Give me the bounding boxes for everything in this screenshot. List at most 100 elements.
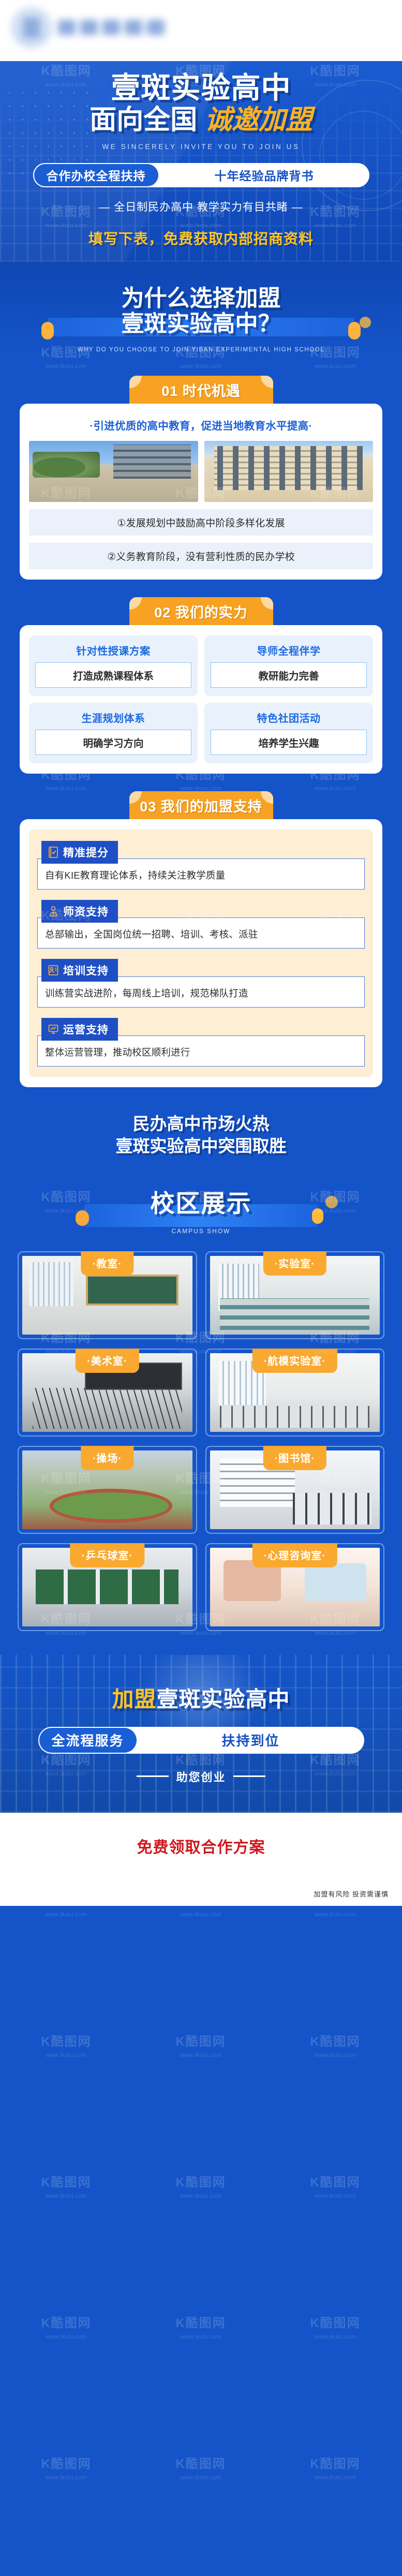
free-plan-cta[interactable]: 免费领取合作方案: [12, 1834, 390, 1857]
section-01-photo-pair: [29, 441, 373, 502]
disclaimer-text: 加盟有风险 投资需谨慎: [314, 1890, 389, 1898]
section-01-header: 01 时代机遇: [129, 376, 273, 404]
support-item-tag: 培训支持: [41, 959, 118, 982]
section-01: 01 时代机遇 ·引进优质的高中教育，促进当地教育水平提高· ①发展规划中鼓励高…: [0, 376, 402, 580]
watermark: K酷图网www.ikutu.com: [175, 2457, 226, 2481]
campus-room-grid: ·教室· ·实验室· ·美术室· ·航模实验室· ·操场· ·图书馆· ·乒乓球…: [0, 1251, 402, 1631]
why-heading-line1: 为什么选择加盟: [121, 285, 281, 311]
campus-room-card[interactable]: ·美术室·: [18, 1348, 197, 1437]
support-item-tag: 师资支持: [41, 900, 118, 923]
campus-room-card[interactable]: ·教室·: [18, 1251, 197, 1339]
strength-card-title: 导师全程伴学: [257, 646, 321, 658]
watermark: K酷图网www.ikutu.com: [310, 2035, 361, 2059]
footer-subline: 助您创业: [0, 1768, 402, 1785]
section-03-header: 03 我们的加盟支持: [129, 791, 273, 820]
support-item-title: 运营支持: [63, 1024, 109, 1037]
strength-card-body: 教研能力完善: [211, 662, 367, 688]
campus-room-label: ·实验室·: [263, 1251, 326, 1276]
footer-pill-left-label[interactable]: 全流程服务: [38, 1726, 138, 1754]
person-badge-icon: [48, 905, 59, 917]
watermark: K酷图网www.ikutu.com: [175, 2035, 226, 2059]
hero-english-subtitle: WE SINCERELY INVITE YOU TO JOIN US: [102, 142, 300, 151]
campus-room-card[interactable]: ·操场·: [18, 1445, 197, 1534]
section-03: 03 我们的加盟支持 精准提分 自有KIE教育理论体系，持续关注教学质量 师资支…: [0, 791, 402, 1088]
mid-banner-line2: 壹斑实验高中突围取胜: [115, 1136, 287, 1156]
campus-room-label: ·美术室·: [76, 1348, 139, 1373]
campus-room-card[interactable]: ·乒乓球室·: [18, 1543, 197, 1631]
watermark: K酷图网www.ikutu.com: [41, 2316, 92, 2340]
hero-pill-right-label: 十年经验品牌背书: [214, 169, 314, 183]
section-03-card: 精准提分 自有KIE教育理论体系，持续关注教学质量 师资支持 总部输出，全国岗位…: [20, 819, 382, 1088]
strength-card-title: 特色社团活动: [257, 713, 321, 725]
campus-room-label: ·教室·: [81, 1251, 133, 1276]
mid-banner: 民办高中市场火热 壹斑实验高中突围取胜: [0, 1108, 402, 1161]
watermark: K酷图网www.ikutu.com: [175, 2175, 226, 2199]
campus-room-label: ·心理咨询室·: [252, 1543, 337, 1567]
support-item-title: 精准提分: [63, 847, 109, 860]
footer-hero-title-white: 壹斑实验高中: [156, 1686, 290, 1711]
mid-banner-heading: 民办高中市场火热 壹斑实验高中突围取胜: [0, 1113, 402, 1158]
watermark: K酷图网www.ikutu.com: [175, 2316, 226, 2340]
campus-room-card[interactable]: ·图书馆·: [205, 1445, 384, 1534]
strength-card-grid: 针对性授课方案 打造成熟课程体系 导师全程伴学 教研能力完善 生涯规划体系 明确…: [29, 635, 373, 764]
watermark: K酷图网www.ikutu.com: [310, 2457, 361, 2481]
hero-title-line2-white: 面向全国: [90, 105, 198, 136]
footer-subline-rule-left: [137, 1775, 169, 1778]
campus-room-card[interactable]: ·航模实验室·: [205, 1348, 384, 1437]
logo-band: [0, 0, 402, 61]
campus-show-title: 校区展示: [150, 1189, 252, 1217]
training-board-icon: [48, 964, 59, 976]
section-01-lead: ·引进优质的高中教育，促进当地教育水平提高·: [90, 420, 312, 433]
watermark: K酷图网www.ikutu.com: [310, 2175, 361, 2199]
support-list: 精准提分 自有KIE教育理论体系，持续关注教学质量 师资支持 总部输出，全国岗位…: [29, 830, 373, 1077]
hero-cta-text[interactable]: 填写下表，免费获取内部招商资料: [0, 228, 402, 248]
support-item: 运营支持 整体运营管理，推动校区顺利进行: [37, 1018, 365, 1067]
section-02-header: 02 我们的实力: [129, 597, 273, 626]
campus-courtyard-photo: [29, 441, 198, 502]
school-building-photo: [204, 441, 373, 502]
why-section: 为什么选择加盟 壹斑实验高中？ WHY DO YOU CHOOSE TO JOI…: [0, 261, 402, 359]
footer-pill-right-label: 扶持到位: [221, 1733, 280, 1749]
campus-show-header: 校区展示 CAMPUS SHOW: [0, 1183, 402, 1238]
section-02-card: 针对性授课方案 打造成熟课程体系 导师全程伴学 教研能力完善 生涯规划体系 明确…: [20, 625, 382, 774]
strength-card: 生涯规划体系 明确学习方向: [29, 703, 198, 764]
support-item-title: 培训支持: [63, 965, 109, 978]
support-item-tag: 精准提分: [41, 841, 118, 864]
campus-room-label: ·操场·: [81, 1445, 133, 1470]
strength-card-body: 培养学生兴趣: [211, 730, 367, 756]
hero-subline: — 全日制民办高中 教学实力有目共睹 —: [99, 201, 303, 213]
footer-subline-rule-right: [233, 1775, 265, 1778]
marketing-landing-page: 壹斑实验高中 面向全国 诚邀加盟 WE SINCERELY INVITE YOU…: [0, 0, 402, 2481]
hero-title-line2-gold: 诚邀加盟: [204, 105, 312, 136]
support-item: 师资支持 总部输出，全国岗位统一招聘、培训、考核、派驻: [37, 900, 365, 949]
support-item-tag: 运营支持: [41, 1018, 118, 1041]
watermark: K酷图网www.ikutu.com: [41, 2457, 92, 2481]
footer-hero-section: 加盟壹斑实验高中 全流程服务 扶持到位 助您创业: [0, 1654, 402, 1813]
strength-card-title: 生涯规划体系: [81, 713, 145, 725]
why-heading-line2: 壹斑实验高中？: [121, 310, 281, 336]
hero-pill-left-label[interactable]: 合作办校全程扶持: [33, 162, 159, 187]
hero-title-line1: 壹斑实验高中: [111, 71, 291, 105]
checked-book-icon: [48, 846, 59, 858]
campus-room-card[interactable]: ·实验室·: [205, 1251, 384, 1339]
footer-pill-row: 全流程服务 扶持到位: [38, 1726, 364, 1754]
campus-show-english: CAMPUS SHOW: [171, 1227, 231, 1235]
why-english-subtitle: WHY DO YOU CHOOSE TO JOIN YIBAN EXPERIME…: [77, 347, 325, 353]
section-01-point-1: ①发展规划中鼓励高中阶段多样化发展: [29, 509, 373, 536]
footer-hero-title: 加盟壹斑实验高中: [0, 1682, 402, 1713]
support-item: 培训支持 训练营实战进阶，每周线上培训，规范梯队打造: [37, 959, 365, 1008]
hero-pill-row: 合作办校全程扶持 十年经验品牌背书: [33, 162, 369, 187]
campus-room-card[interactable]: ·心理咨询室·: [205, 1543, 384, 1631]
footer-hero-title-gold: 加盟: [112, 1686, 157, 1711]
watermark: K酷图网www.ikutu.com: [41, 2035, 92, 2059]
section-01-point-2: ②义务教育阶段，没有营利性质的民办学校: [29, 543, 373, 570]
logo-wordmark: [58, 20, 165, 35]
mid-banner-line1: 民办高中市场火热: [132, 1114, 270, 1134]
bottom-section: 免费领取合作方案 加盟有风险 投资需谨慎: [0, 1812, 402, 1906]
footer-subline-text: 助您创业: [176, 1770, 226, 1784]
monitor-chart-icon: [48, 1023, 59, 1035]
support-item: 精准提分 自有KIE教育理论体系，持续关注教学质量: [37, 841, 365, 890]
strength-card-body: 打造成熟课程体系: [35, 662, 191, 688]
hero-section: 壹斑实验高中 面向全国 诚邀加盟 WE SINCERELY INVITE YOU…: [0, 61, 402, 262]
strength-card: 针对性授课方案 打造成熟课程体系: [29, 635, 198, 697]
